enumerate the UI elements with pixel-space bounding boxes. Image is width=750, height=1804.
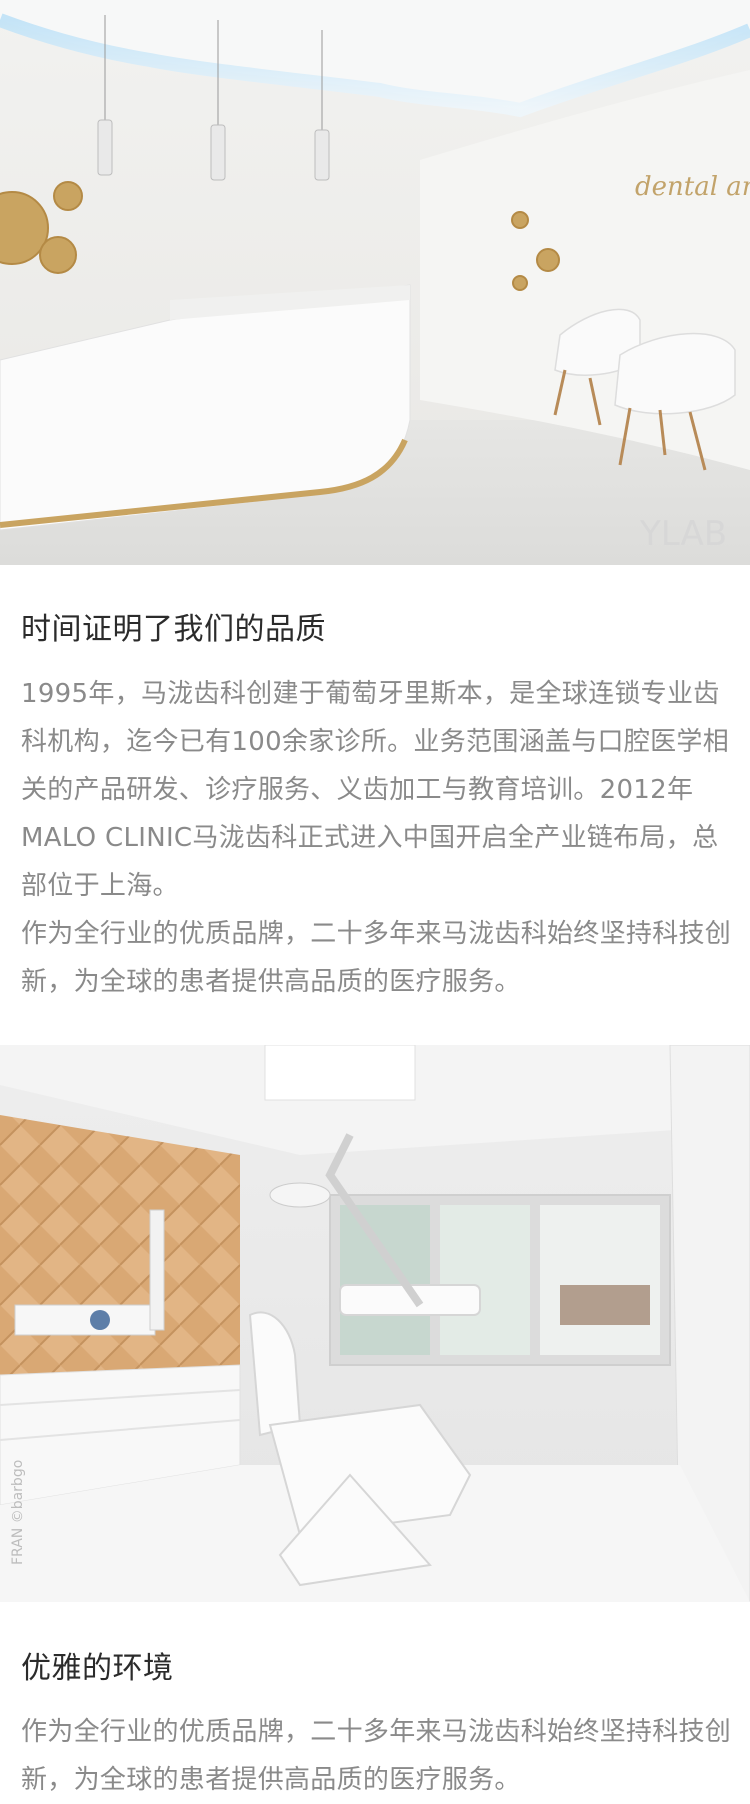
treatment-room-photo: FRAN ©barbgo xyxy=(0,1045,750,1602)
section-title-quality: 时间证明了我们的品质 xyxy=(21,612,326,647)
environment-paragraph-1: 作为全行业的优质品牌，二十多年来马泷齿科始终坚持科技创新，为全球的患者提供高品质… xyxy=(21,1717,732,1795)
wall-logo-text: dental angels xyxy=(635,172,750,202)
reception-photo: dental angels YLAB xyxy=(0,0,750,565)
section-title-environment: 优雅的环境 xyxy=(21,1651,174,1686)
quality-paragraph-2: 作为全行业的优质品牌，二十多年来马泷齿科始终坚持科技创新，为全球的患者提供高品质… xyxy=(21,919,732,997)
image-watermark: YLAB xyxy=(639,514,727,554)
image-watermark-2: FRAN ©barbgo xyxy=(10,1460,26,1565)
quality-paragraph-1: 1995年，马泷齿科创建于葡萄牙里斯本，是全球连锁专业齿科机构，迄今已有100余… xyxy=(21,679,730,901)
